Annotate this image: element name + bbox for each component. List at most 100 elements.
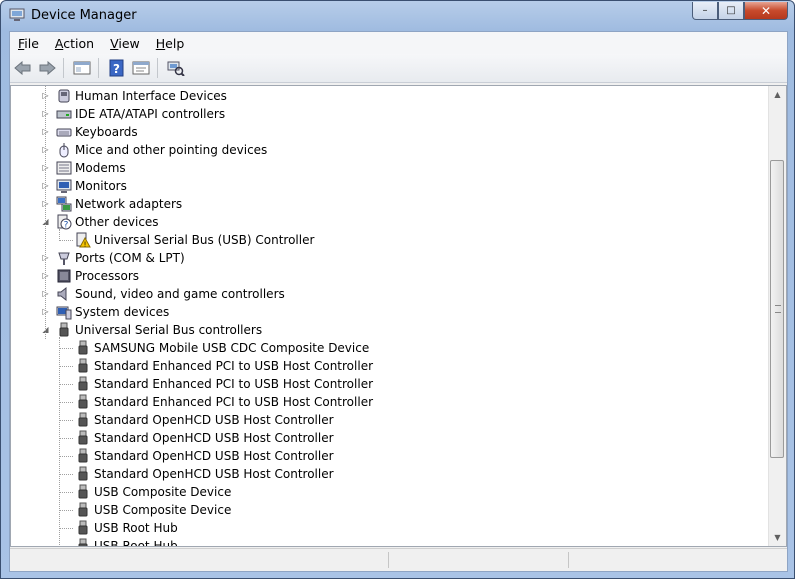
title-bar[interactable]: Device Manager – □ ✕ [1, 1, 794, 31]
usb-icon [78, 394, 88, 409]
minimize-icon: – [702, 5, 708, 16]
window-title: Device Manager [31, 8, 137, 23]
vertical-scrollbar[interactable]: ▲ ▼ [768, 86, 786, 546]
scrollbar-grip [775, 305, 781, 313]
processor-icon [57, 269, 71, 283]
status-pane-2 [390, 552, 569, 568]
menu-help[interactable]: Help [148, 36, 193, 51]
menu-help-accel: H [155, 35, 166, 51]
tree-item-label: Standard Enhanced PCI to USB Host Contro… [94, 377, 374, 391]
other-devices-icon: ? [57, 214, 72, 230]
usb-icon [59, 322, 69, 337]
tree-connector [59, 438, 73, 439]
tree-child-connector [59, 229, 60, 241]
tree-category-network-adapters[interactable]: Network adapters [56, 195, 182, 213]
status-pane-1 [10, 552, 389, 568]
tree-connector [59, 420, 73, 421]
tree-category-mice-and-other-pointing-devices[interactable]: Mice and other pointing devices [56, 141, 267, 159]
tree-device-item[interactable]: Standard OpenHCD USB Host Controller [75, 465, 334, 483]
tree-connector [59, 240, 73, 241]
usb-icon [78, 340, 88, 355]
scrollbar-thumb[interactable] [770, 160, 784, 458]
menu-file[interactable]: File [10, 36, 47, 51]
tree-category-universal-serial-bus-controllers[interactable]: Universal Serial Bus controllers [56, 321, 262, 339]
show-hide-console-tree-button[interactable] [71, 57, 93, 79]
tree-item-label: Mice and other pointing devices [75, 143, 268, 157]
maximize-button[interactable]: □ [718, 2, 744, 20]
maximize-icon: □ [726, 5, 736, 16]
minimize-button[interactable]: – [692, 2, 718, 20]
tree-connector [59, 366, 73, 367]
tree-device-item[interactable]: Standard Enhanced PCI to USB Host Contro… [75, 375, 373, 393]
toolbar-separator [63, 58, 64, 78]
tree-device-item[interactable]: SAMSUNG Mobile USB CDC Composite Device [75, 339, 369, 357]
tree-device-item[interactable]: USB Root Hub [75, 537, 178, 546]
toolbar: ? [10, 54, 787, 83]
monitor-icon [56, 179, 72, 193]
tree-connector [59, 348, 73, 349]
menu-view[interactable]: View [102, 36, 148, 51]
usb-icon [78, 376, 88, 391]
help-icon: ? [109, 59, 124, 77]
properties-icon [132, 61, 150, 75]
back-button[interactable] [12, 57, 34, 79]
menu-bar: File Action View Help [10, 32, 787, 54]
scroll-up-button[interactable]: ▲ [769, 86, 786, 103]
tree-category-human-interface-devices[interactable]: Human Interface Devices [56, 87, 227, 105]
tree-device-item[interactable]: USB Composite Device [75, 483, 231, 501]
tree-device-item[interactable]: ! Universal Serial Bus (USB) Controller [75, 231, 314, 249]
tree-item-label: Standard Enhanced PCI to USB Host Contro… [94, 359, 374, 373]
tree-category-ports-com-lpt[interactable]: Ports (COM & LPT) [56, 249, 185, 267]
forward-button[interactable] [36, 57, 58, 79]
tree-category-ide-ata-atapi-controllers[interactable]: IDE ATA/ATAPI controllers [56, 105, 225, 123]
tree-item-label: Standard OpenHCD USB Host Controller [94, 431, 334, 445]
close-button[interactable]: ✕ [744, 2, 788, 20]
scan-hardware-button[interactable] [165, 57, 187, 79]
keyboard-icon [56, 128, 72, 137]
tree-connector [59, 456, 73, 457]
tree-category-sound-video-and-game-controllers[interactable]: Sound, video and game controllers [56, 285, 285, 303]
scroll-down-button[interactable]: ▼ [769, 529, 786, 546]
network-icon [56, 196, 72, 212]
usb-icon [78, 412, 88, 427]
properties-button[interactable] [130, 57, 152, 79]
tree-category-system-devices[interactable]: System devices [56, 303, 169, 321]
tree-device-item[interactable]: Standard OpenHCD USB Host Controller [75, 411, 334, 429]
toolbar-separator-2 [98, 58, 99, 78]
tree-connector [59, 384, 73, 385]
tree-device-item[interactable]: USB Root Hub [75, 519, 178, 537]
tree-item-label: USB Composite Device [94, 503, 232, 517]
tree-category-processors[interactable]: Processors [56, 267, 139, 285]
status-bar [10, 548, 787, 571]
tree-item-label: Sound, video and game controllers [75, 287, 285, 301]
tree-item-label: Standard OpenHCD USB Host Controller [94, 449, 334, 463]
usb-icon [78, 358, 88, 373]
tree-device-item[interactable]: Standard Enhanced PCI to USB Host Contro… [75, 393, 373, 411]
usb-icon [78, 466, 88, 481]
tree-category-other-devices[interactable]: ? Other devices [56, 213, 159, 231]
tree-category-modems[interactable]: Modems [56, 159, 126, 177]
tree-item-label: SAMSUNG Mobile USB CDC Composite Device [94, 341, 370, 355]
menu-help-label: elp [165, 35, 185, 51]
usb-icon [78, 520, 88, 535]
window-controls: – □ ✕ [692, 2, 788, 21]
tree-item-label: Keyboards [75, 125, 138, 139]
tree-item-label: Standard OpenHCD USB Host Controller [94, 413, 334, 427]
tree-item-label: Monitors [75, 179, 127, 193]
tree-category-monitors[interactable]: Monitors [56, 177, 127, 195]
tree-item-label: System devices [75, 305, 170, 319]
tree-device-item[interactable]: Standard Enhanced PCI to USB Host Contro… [75, 357, 373, 375]
menu-action[interactable]: Action [47, 36, 102, 51]
tree-item-label: Standard OpenHCD USB Host Controller [94, 467, 334, 481]
tree-device-item[interactable]: Standard OpenHCD USB Host Controller [75, 429, 334, 447]
device-tree[interactable]: ▷ Human Interface Devices ▷ IDE ATA/ATAPI c… [11, 86, 769, 546]
usb-icon [78, 484, 88, 499]
tree-device-item[interactable]: Standard OpenHCD USB Host Controller [75, 447, 334, 465]
menu-view-label: iew [118, 35, 140, 51]
help-button[interactable]: ? [106, 57, 128, 79]
tree-category-keyboards[interactable]: Keyboards [56, 123, 138, 141]
tree-device-item[interactable]: USB Composite Device [75, 501, 231, 519]
tree-item-label: Modems [75, 161, 126, 175]
tree-item-label: IDE ATA/ATAPI controllers [75, 107, 226, 121]
scroll-up-icon: ▲ [774, 90, 781, 99]
